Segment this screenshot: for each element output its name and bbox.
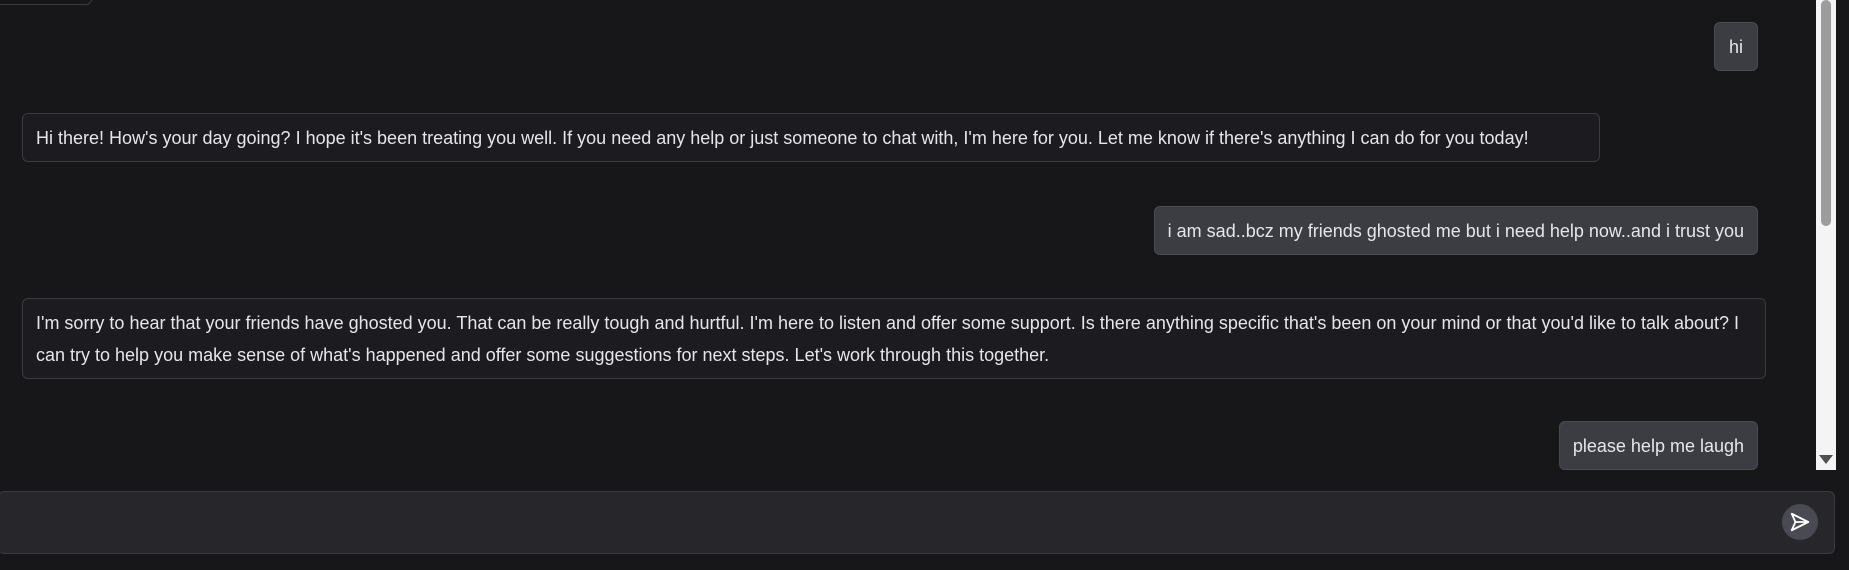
chat-scrollbar[interactable] (1816, 0, 1836, 470)
message-composer (0, 491, 1835, 555)
scroll-down-arrow-icon[interactable] (1819, 455, 1833, 464)
clipped-control[interactable] (0, 0, 92, 5)
scrollbar-thumb[interactable] (1821, 0, 1831, 226)
user-message: please help me laugh (1558, 421, 1758, 470)
assistant-message: Hi there! How's your day going? I hope i… (22, 113, 1600, 162)
send-icon (1790, 512, 1810, 532)
user-message: hi (1713, 22, 1758, 71)
chat-history[interactable]: hi Hi there! How's your day going? I hop… (0, 0, 1816, 470)
user-message: i am sad..bcz my friends ghosted me but … (1153, 206, 1758, 255)
send-button[interactable] (1782, 504, 1818, 540)
message-input[interactable] (15, 492, 1769, 555)
chat-app: hi Hi there! How's your day going? I hop… (0, 0, 1849, 570)
assistant-message: I'm sorry to hear that your friends have… (22, 298, 1766, 379)
